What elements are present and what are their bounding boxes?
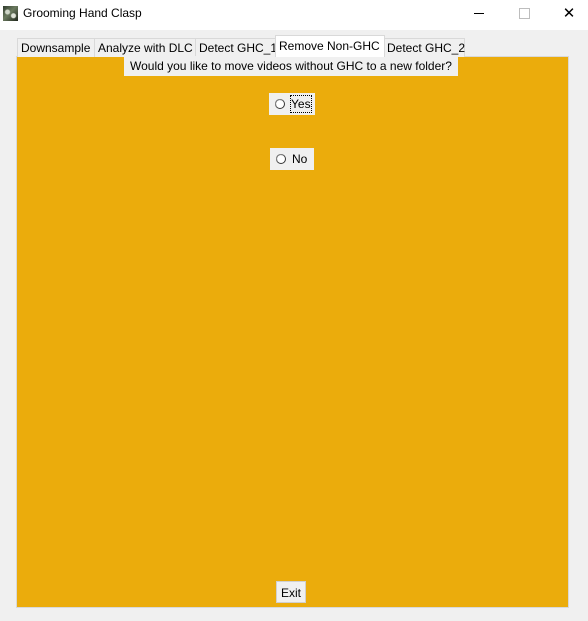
minimize-button[interactable] <box>456 0 502 30</box>
tab-panel-remove-non-ghc <box>16 56 569 608</box>
radio-yes-label[interactable]: Yes <box>290 95 312 113</box>
app-window: Grooming Hand Clasp ✕ Downsample Analyze… <box>0 0 588 621</box>
question-label: Would you like to move videos without GH… <box>124 56 458 76</box>
maximize-icon <box>519 8 530 19</box>
window-title: Grooming Hand Clasp <box>23 6 142 20</box>
close-button[interactable]: ✕ <box>546 0 588 30</box>
radio-yes-circle[interactable] <box>275 99 285 109</box>
exit-button[interactable]: Exit <box>276 581 306 603</box>
app-icon <box>3 6 18 21</box>
title-bar: Grooming Hand Clasp ✕ <box>0 0 588 30</box>
radio-yes[interactable]: Yes <box>269 93 315 115</box>
minimize-icon <box>474 13 484 14</box>
tab-detect-ghc-1[interactable]: Detect GHC_1 <box>195 38 278 57</box>
tab-detect-ghc-2[interactable]: Detect GHC_2 <box>383 38 465 57</box>
radio-no[interactable]: No <box>270 148 314 170</box>
tab-analyze-with-dlc[interactable]: Analyze with DLC <box>94 38 197 57</box>
tab-downsample[interactable]: Downsample <box>17 38 95 57</box>
tab-remove-non-ghc[interactable]: Remove Non-GHC <box>275 35 385 57</box>
radio-no-circle[interactable] <box>276 154 286 164</box>
radio-no-label[interactable]: No <box>292 148 307 170</box>
maximize-button[interactable] <box>501 0 547 30</box>
close-icon: ✕ <box>562 5 576 22</box>
